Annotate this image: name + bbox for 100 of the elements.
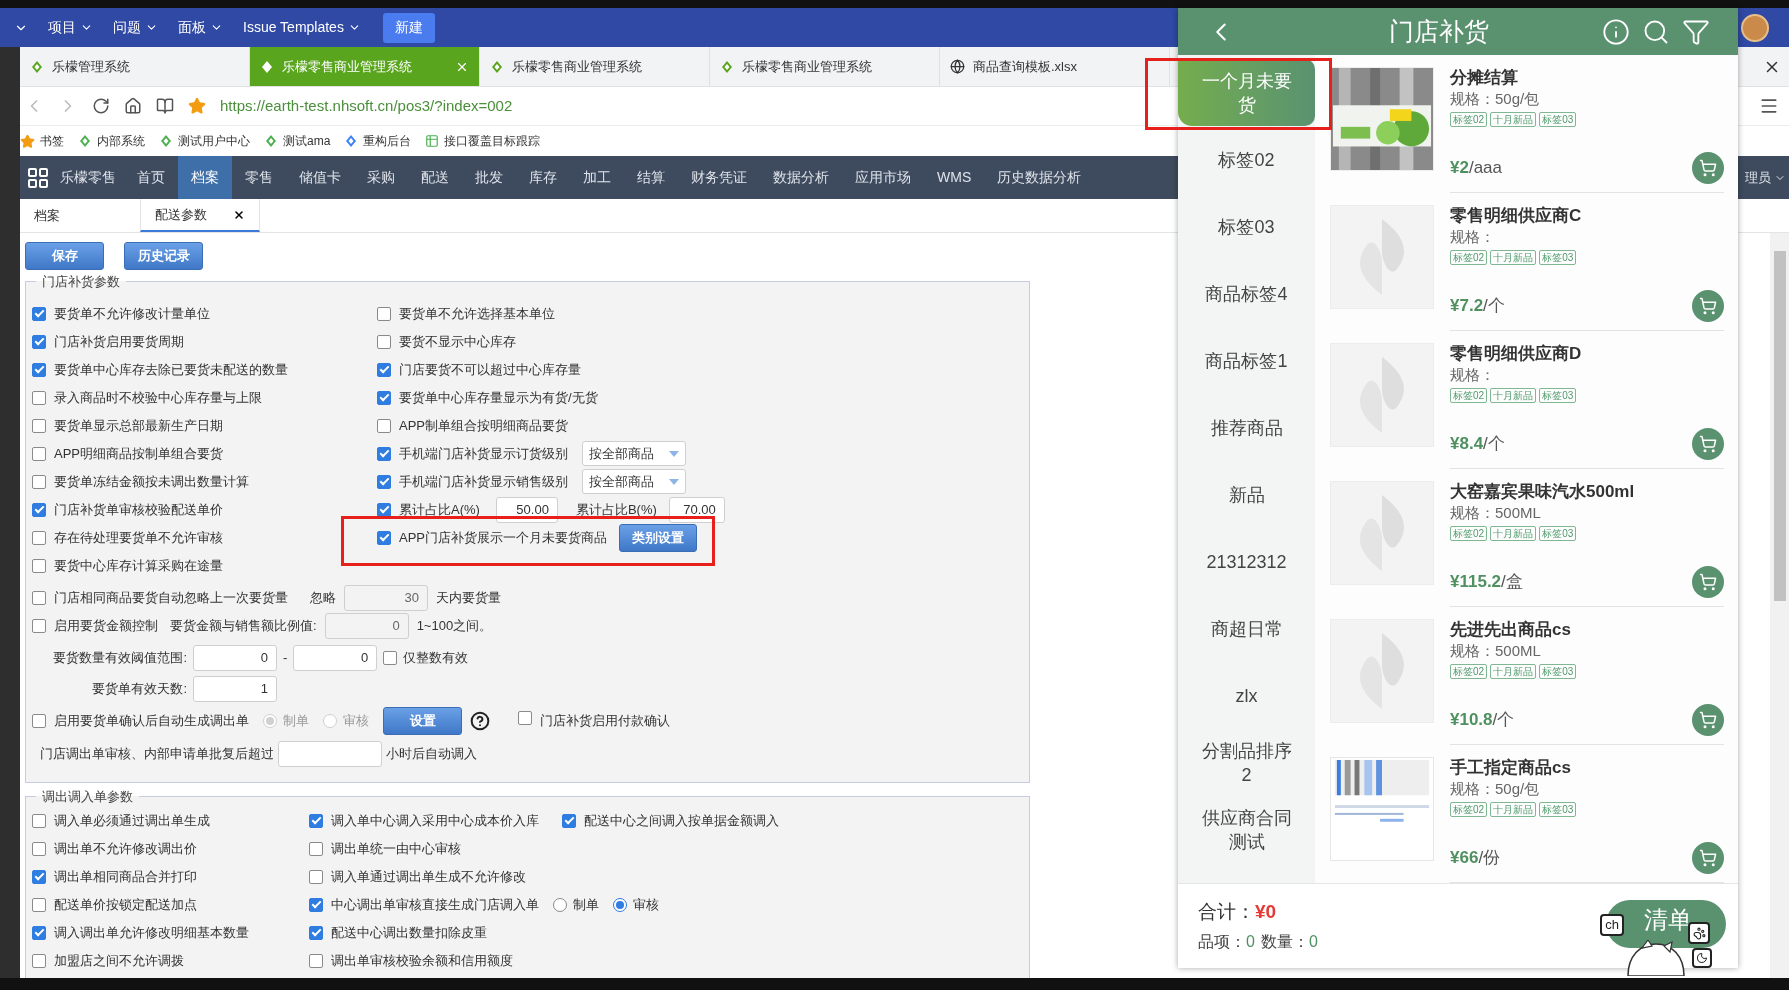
category-item[interactable]: 商品标签4 xyxy=(1178,260,1315,327)
checkbox[interactable] xyxy=(32,334,46,349)
star-icon[interactable] xyxy=(188,97,206,115)
avatar[interactable] xyxy=(1741,13,1769,42)
nav-tab[interactable]: 库存 xyxy=(516,156,570,199)
checkbox[interactable] xyxy=(32,362,46,377)
menu-icon[interactable] xyxy=(1759,96,1779,116)
category-item[interactable]: 商超日常 xyxy=(1178,595,1315,662)
menu-button[interactable]: 项目 xyxy=(48,17,93,38)
checkbox[interactable] xyxy=(377,362,391,377)
nav-tab[interactable]: 应用市场 xyxy=(842,156,924,199)
reader-icon[interactable] xyxy=(156,97,174,115)
checkbox[interactable] xyxy=(32,925,46,940)
bookmark[interactable]: 重构后台 xyxy=(344,132,412,150)
checkbox[interactable] xyxy=(32,502,46,517)
checkbox[interactable] xyxy=(377,474,391,489)
category-item[interactable]: 分割品排序2 xyxy=(1178,729,1315,796)
menu-button[interactable]: Issue Templates xyxy=(243,17,361,38)
nav-tab[interactable]: 数据分析 xyxy=(760,156,842,199)
checkbox[interactable] xyxy=(309,869,323,884)
text-field[interactable]: 0 xyxy=(293,644,378,671)
category-item[interactable]: zlx xyxy=(1178,662,1315,729)
category-item[interactable]: 商品标签1 xyxy=(1178,327,1315,394)
text-field[interactable] xyxy=(278,740,382,767)
checkbox[interactable] xyxy=(377,418,391,433)
new-button[interactable]: 新建 xyxy=(382,12,435,43)
checkbox[interactable] xyxy=(562,813,576,828)
checkbox[interactable] xyxy=(309,897,323,912)
bookmark[interactable]: 测试ama xyxy=(264,132,331,150)
browser-tab[interactable]: 乐檬零售商业管理系统 xyxy=(710,47,940,86)
checkbox[interactable] xyxy=(32,474,46,489)
text-field[interactable]: 0 xyxy=(324,612,409,639)
checkbox[interactable] xyxy=(32,869,46,884)
checkbox[interactable] xyxy=(32,813,46,828)
scrollbar[interactable] xyxy=(1770,233,1789,978)
checkbox[interactable] xyxy=(309,813,323,828)
select-field[interactable]: 按全部商品 xyxy=(582,469,686,494)
checkbox[interactable] xyxy=(32,390,46,405)
nav-tab[interactable]: 批发 xyxy=(462,156,516,199)
nav-tab[interactable]: 首页 xyxy=(124,156,178,199)
checkbox[interactable] xyxy=(309,953,323,968)
close-icon[interactable] xyxy=(233,208,245,221)
checkbox[interactable] xyxy=(32,618,46,633)
category-item[interactable]: 标签02 xyxy=(1178,126,1315,193)
menu-button[interactable]: 面板 xyxy=(178,17,223,38)
nav-tab[interactable]: 历史数据分析 xyxy=(984,156,1095,199)
help-icon[interactable] xyxy=(470,710,490,731)
user-menu[interactable]: 理员 xyxy=(1745,156,1789,199)
category-item[interactable]: 推荐商品 xyxy=(1178,394,1315,461)
checkbox[interactable] xyxy=(377,502,391,517)
add-to-cart-button[interactable] xyxy=(1692,428,1724,460)
bookmark[interactable]: 书签 xyxy=(20,132,64,150)
browser-tab[interactable]: 乐檬零售商业管理系统 xyxy=(480,47,710,86)
nav-tab[interactable]: 储值卡 xyxy=(286,156,354,199)
nav-tab[interactable]: 配送 xyxy=(408,156,462,199)
category-item[interactable]: 新品 xyxy=(1178,461,1315,528)
checkbox[interactable] xyxy=(32,713,46,728)
paw-icon[interactable] xyxy=(1688,922,1710,944)
radio-button[interactable] xyxy=(613,897,627,912)
checkbox[interactable] xyxy=(32,446,46,461)
browser-tab[interactable]: 商品查询模板.xlsx xyxy=(940,47,1170,86)
nav-tab[interactable]: 采购 xyxy=(354,156,408,199)
add-to-cart-button[interactable] xyxy=(1692,152,1724,184)
text-field[interactable]: 0 xyxy=(193,644,277,671)
checkbox[interactable] xyxy=(32,590,46,605)
checkbox[interactable] xyxy=(32,418,46,433)
checkbox[interactable] xyxy=(32,953,46,968)
url-field[interactable]: https://earth-test.nhsoft.cn/pos3/?index=002 xyxy=(220,94,513,118)
checkbox[interactable] xyxy=(309,925,323,940)
bookmark[interactable]: 内部系统 xyxy=(78,132,145,150)
text-field[interactable]: 30 xyxy=(344,584,428,611)
checkbox[interactable] xyxy=(383,650,398,665)
bookmark[interactable]: 接口覆盖目标跟踪 xyxy=(425,132,541,150)
pet-badge[interactable]: ch xyxy=(1600,914,1624,936)
page-tab[interactable]: 配送参数 xyxy=(140,199,260,232)
nav-tab[interactable]: WMS xyxy=(924,156,985,199)
nav-tab[interactable]: 结算 xyxy=(624,156,678,199)
moon-icon[interactable] xyxy=(1692,948,1712,968)
home-icon[interactable] xyxy=(124,97,142,115)
bookmark[interactable]: 测试用户中心 xyxy=(159,132,250,150)
category-item[interactable]: 21312312 xyxy=(1178,528,1315,595)
checkbox[interactable] xyxy=(377,446,391,461)
checkbox[interactable] xyxy=(377,530,391,545)
checkbox[interactable] xyxy=(309,841,323,856)
checkbox[interactable] xyxy=(377,390,391,405)
add-to-cart-button[interactable] xyxy=(1692,290,1724,322)
checkbox[interactable] xyxy=(32,530,46,545)
checkbox[interactable] xyxy=(377,334,391,349)
nav-tab[interactable]: 零售 xyxy=(232,156,286,199)
menu-button[interactable]: 问题 xyxy=(113,17,158,38)
checkbox[interactable] xyxy=(32,558,46,573)
nav-tab[interactable]: 财务凭证 xyxy=(678,156,760,199)
add-to-cart-button[interactable] xyxy=(1692,842,1724,874)
checkbox[interactable] xyxy=(32,897,46,912)
category-item[interactable]: 标签03 xyxy=(1178,193,1315,260)
reload-icon[interactable] xyxy=(92,97,110,115)
add-to-cart-button[interactable] xyxy=(1692,704,1724,736)
checkbox[interactable] xyxy=(32,841,46,856)
nav-tab[interactable]: 档案 xyxy=(178,156,232,199)
checkbox[interactable] xyxy=(518,710,532,725)
